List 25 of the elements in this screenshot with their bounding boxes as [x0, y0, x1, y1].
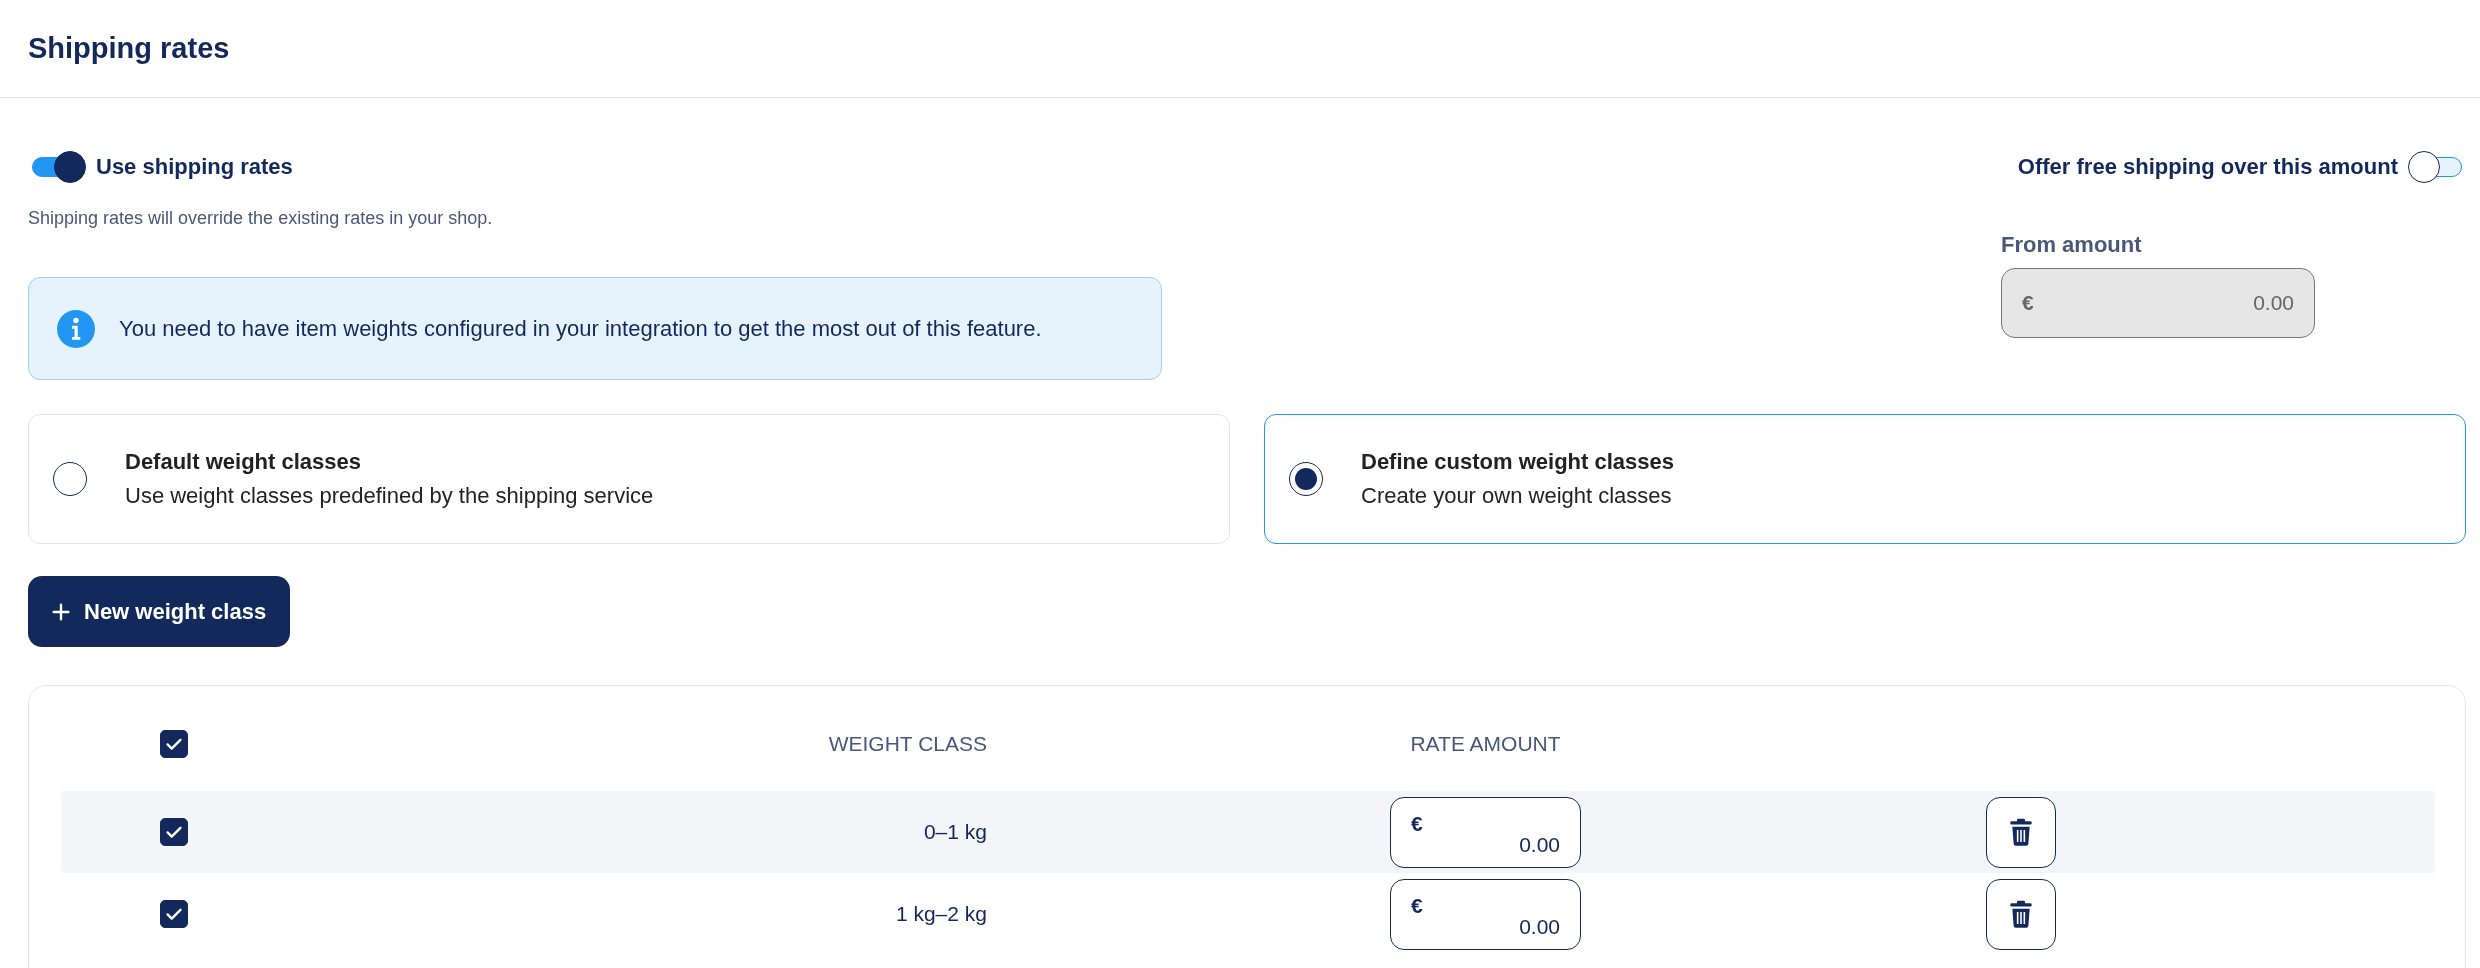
- option-title: Define custom weight classes: [1361, 449, 1674, 475]
- checkbox[interactable]: [160, 729, 188, 758]
- delete-button[interactable]: [1986, 796, 2056, 868]
- info-icon: [57, 309, 95, 348]
- new-weight-class-button[interactable]: New weight class: [28, 576, 291, 647]
- checkbox[interactable]: [160, 818, 188, 846]
- help-text: Shipping rates will override the existing rates in your shop.: [28, 208, 494, 229]
- rate-field[interactable]: € 0.00: [1390, 878, 1581, 950]
- field-label: From amount: [2001, 232, 2143, 258]
- checkbox[interactable]: [160, 900, 188, 928]
- page-title: Shipping rates: [28, 32, 230, 65]
- table-cell-text: 0–1 kg: [922, 820, 987, 844]
- option-title: Default weight classes: [125, 449, 362, 475]
- delete-button[interactable]: [1986, 878, 2056, 950]
- option-description: Create your own weight classes: [1361, 483, 1673, 509]
- option-card[interactable]: Default weight classes Use weight classes predefined by the shipping service: [28, 414, 1230, 544]
- column-header: RATE AMOUNT: [1409, 731, 1562, 756]
- option-card[interactable]: Define custom weight classes Create your own weight classes: [1264, 414, 2466, 544]
- info-text: You need to have item weights configured in your integration to get the most out of this feature.: [119, 315, 1042, 342]
- table-cell-text: 1 kg–2 kg: [894, 902, 987, 926]
- toggle-label: Use shipping rates: [96, 154, 293, 180]
- option-description: Use weight classes predefined by the shipping service: [125, 483, 654, 509]
- column-header: WEIGHT CLASS: [827, 731, 987, 756]
- toggle-label: Offer free shipping over this amount: [2017, 154, 2398, 180]
- rate-field[interactable]: € 0.00: [1390, 796, 1581, 868]
